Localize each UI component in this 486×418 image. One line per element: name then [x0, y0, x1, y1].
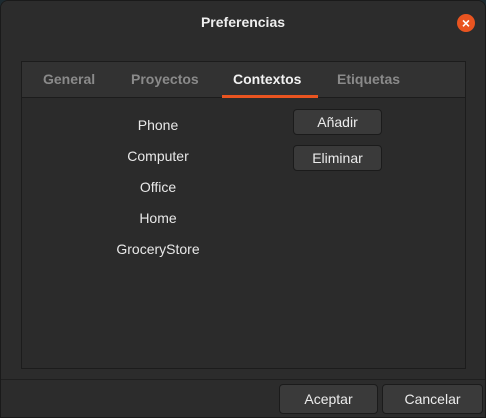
titlebar: Preferencias ×	[1, 1, 485, 45]
contexts-page: Phone Computer Office Home GroceryStore …	[22, 98, 465, 368]
tab-contextos[interactable]: Contextos	[233, 71, 301, 87]
add-button[interactable]: Añadir	[293, 109, 382, 135]
notebook: General Proyectos Contextos Etiquetas Ph…	[21, 61, 466, 369]
list-item[interactable]: Office	[98, 179, 218, 195]
cancel-button[interactable]: Cancelar	[382, 384, 483, 414]
list-item[interactable]: GroceryStore	[98, 241, 218, 257]
tab-bar: General Proyectos Contextos Etiquetas	[22, 62, 465, 98]
preferences-dialog: Preferencias × General Proyectos Context…	[0, 0, 486, 418]
tab-etiquetas[interactable]: Etiquetas	[337, 71, 400, 87]
close-icon: ×	[461, 15, 471, 31]
accept-button[interactable]: Aceptar	[279, 384, 378, 414]
list-item[interactable]: Computer	[98, 148, 218, 164]
dialog-title: Preferencias	[200, 14, 286, 30]
tab-proyectos[interactable]: Proyectos	[131, 71, 199, 87]
list-item[interactable]: Home	[98, 210, 218, 226]
tab-general[interactable]: General	[43, 71, 95, 87]
remove-button[interactable]: Eliminar	[293, 145, 382, 171]
footer-divider	[1, 379, 485, 380]
list-item[interactable]: Phone	[98, 117, 218, 133]
close-button[interactable]: ×	[457, 14, 475, 32]
